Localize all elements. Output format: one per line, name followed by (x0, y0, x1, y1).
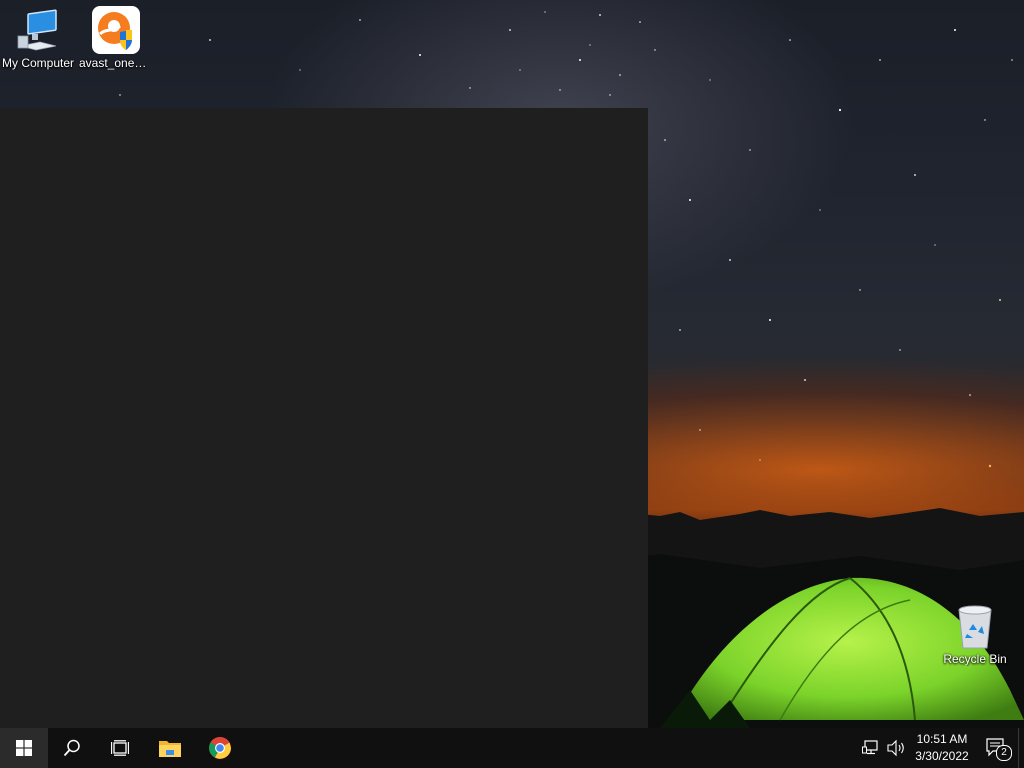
desktop-icon-label: Recycle Bin (943, 652, 1007, 666)
search-icon (63, 739, 80, 757)
task-view-button[interactable] (96, 728, 144, 768)
file-explorer-button[interactable] (146, 728, 194, 768)
clock-date: 3/30/2022 (915, 749, 969, 763)
system-tray: 10:51 AM 3/30/2022 2 (854, 728, 1024, 768)
chrome-button[interactable] (196, 728, 244, 768)
recycle-bin-icon (951, 602, 999, 650)
desktop-icon-avast[interactable]: avast_one_e... (78, 0, 154, 70)
taskbar-clock[interactable]: 10:51 AM 3/30/2022 (910, 731, 974, 765)
avast-icon (92, 6, 140, 54)
clock-time: 10:51 AM (916, 732, 968, 746)
search-button[interactable] (48, 728, 96, 768)
windows-logo-icon (16, 740, 32, 756)
blank-dark-window[interactable] (0, 108, 648, 728)
taskbar: 10:51 AM 3/30/2022 2 (0, 728, 1024, 768)
notification-badge: 2 (996, 745, 1012, 761)
notification-count: 2 (1001, 747, 1007, 758)
desktop-icon-label: avast_one_e... (79, 56, 154, 70)
computer-icon (14, 6, 62, 54)
folder-icon (159, 741, 181, 757)
chrome-icon (209, 737, 231, 759)
start-button[interactable] (0, 728, 48, 768)
network-icon[interactable] (862, 738, 882, 758)
desktop-icon-label: My Computer (1, 56, 75, 70)
desktop-icon-recycle-bin[interactable]: Recycle Bin (937, 596, 1013, 666)
desktop-icon-my-computer[interactable]: My Computer (0, 0, 76, 70)
task-view-icon (111, 740, 129, 756)
show-desktop-button[interactable] (1018, 728, 1024, 768)
volume-icon[interactable] (886, 738, 906, 758)
action-center-button[interactable]: 2 (986, 736, 1012, 761)
